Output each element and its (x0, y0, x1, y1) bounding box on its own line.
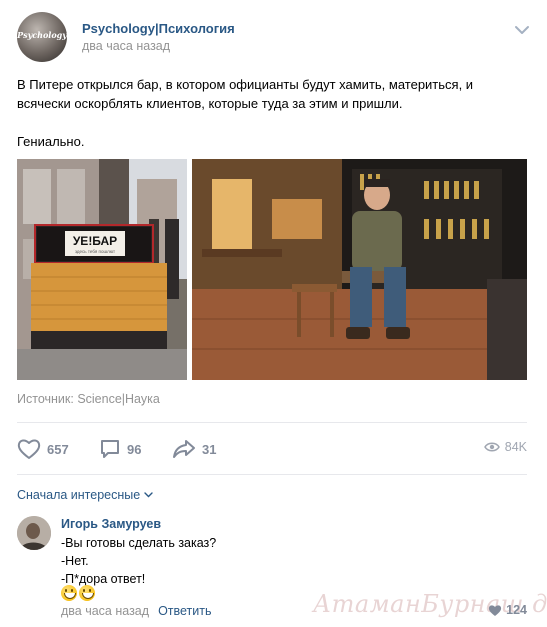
heart-icon (17, 439, 41, 459)
view-counter: 84K (483, 440, 527, 454)
like-count: 657 (47, 441, 69, 457)
comments-sort-dropdown[interactable]: Сначала интересные (17, 488, 153, 502)
post-source: Источник: Science|Наука (17, 392, 160, 406)
comment-text: -Вы готовы сделать заказ? -Нет. -П*дора … (61, 534, 216, 588)
post-photo-street[interactable]: УЕ!БАР здесь тебя пошлют (17, 159, 187, 380)
sort-label: Сначала интересные (17, 488, 141, 502)
comment-meta: два часа назад Ответить (61, 604, 212, 618)
community-name-link[interactable]: Psychology|Психология (82, 21, 235, 36)
source-label: Источник: (17, 392, 78, 406)
heart-icon (489, 604, 502, 616)
share-icon (173, 440, 195, 458)
comment-line: -Нет. (61, 554, 89, 568)
post-text: В Питере открылся бар, в котором официан… (17, 75, 532, 151)
laughing-emoji-icon (61, 585, 77, 601)
post-text-line: всячески оскорблять клиентов, которые ту… (17, 96, 403, 111)
comment-icon (101, 440, 119, 458)
comment-line: -Вы готовы сделать заказ? (61, 536, 217, 550)
sign-title: УЕ!БАР (73, 234, 117, 248)
chevron-down-icon (144, 492, 153, 498)
avatar-logo-text: Psychology (17, 30, 67, 40)
source-link[interactable]: Science|Наука (77, 392, 160, 406)
reply-button[interactable]: Ответить (158, 604, 211, 618)
chevron-down-icon[interactable] (514, 24, 530, 36)
laughing-emoji-icon (79, 585, 95, 601)
comment-like-button[interactable]: 124 (488, 603, 527, 617)
share-count: 31 (202, 441, 217, 457)
comment-time[interactable]: два часа назад (61, 604, 149, 618)
comment-like-count: 124 (506, 603, 527, 617)
comment-button[interactable]: 96 (99, 437, 141, 461)
comment-count: 96 (127, 441, 142, 457)
eye-icon (483, 442, 500, 452)
divider (17, 422, 527, 423)
post-header: Psychology Psychology|Психология два час… (17, 12, 530, 64)
divider (17, 474, 527, 475)
post-time[interactable]: два часа назад (82, 39, 170, 53)
community-avatar[interactable]: Psychology (17, 12, 67, 62)
commenter-name-link[interactable]: Игорь Замуруев (61, 517, 161, 531)
share-button[interactable]: 31 (172, 437, 216, 461)
view-count: 84K (504, 440, 527, 454)
commenter-avatar[interactable] (17, 516, 51, 550)
sign-subtitle: здесь тебя пошлют (75, 249, 115, 254)
post-text-line: Гениально. (17, 134, 85, 149)
post-text-line: В Питере открылся бар, в котором официан… (17, 77, 474, 92)
comment-emoji-row (61, 585, 95, 601)
post-photo-bar-interior[interactable] (192, 159, 527, 380)
like-button[interactable]: 657 (17, 437, 69, 461)
